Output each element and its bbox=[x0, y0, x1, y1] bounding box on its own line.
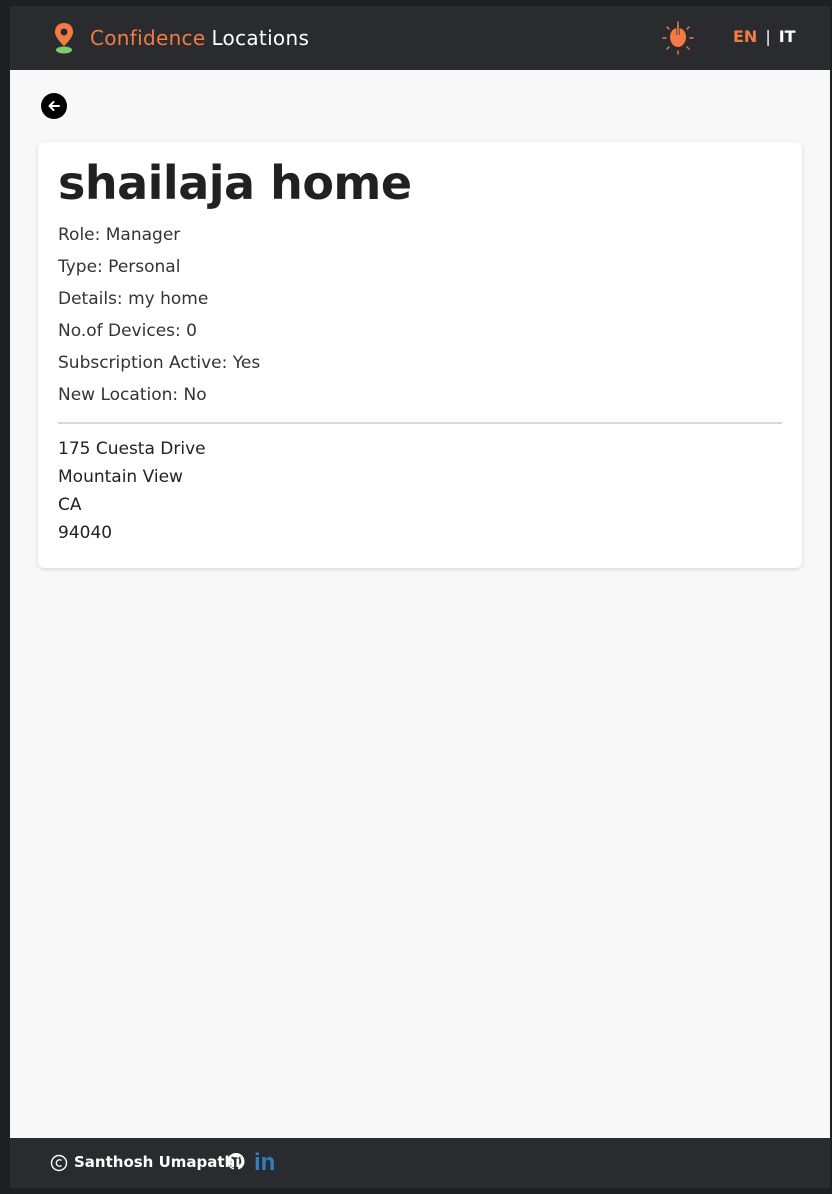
lightbulb-icon[interactable] bbox=[660, 20, 696, 56]
copyright-icon bbox=[50, 1154, 68, 1172]
address-zip: 94040 bbox=[58, 523, 113, 543]
app-frame: Confidence Locations EN | IT shailaja ho… bbox=[10, 6, 830, 1188]
lang-separator: | bbox=[765, 27, 771, 46]
address-city: Mountain View bbox=[58, 467, 183, 487]
location-details: Details: my home bbox=[58, 289, 209, 309]
github-icon[interactable] bbox=[226, 1152, 246, 1172]
divider bbox=[58, 422, 782, 424]
brand-name-part2: Locations bbox=[211, 26, 310, 50]
footer: Santhosh Umapathi in bbox=[10, 1138, 830, 1188]
arrow-left-icon bbox=[48, 101, 60, 111]
brand[interactable]: Confidence Locations bbox=[52, 20, 309, 56]
author-name: Santhosh Umapathi bbox=[74, 1153, 241, 1171]
location-type: Type: Personal bbox=[58, 257, 181, 277]
back-button[interactable] bbox=[41, 93, 67, 119]
location-new: New Location: No bbox=[58, 385, 207, 405]
linkedin-icon[interactable]: in bbox=[254, 1149, 275, 1177]
brand-name: Confidence Locations bbox=[90, 26, 309, 50]
lang-it-link[interactable]: IT bbox=[779, 27, 796, 46]
location-role: Role: Manager bbox=[58, 225, 181, 245]
lang-en-link[interactable]: EN bbox=[733, 27, 757, 46]
language-switcher: EN | IT bbox=[733, 27, 796, 46]
navbar: Confidence Locations EN | IT bbox=[10, 6, 830, 70]
map-pin-icon bbox=[55, 23, 73, 54]
location-devices: No.of Devices: 0 bbox=[58, 321, 197, 341]
brand-name-part1: Confidence bbox=[90, 26, 206, 50]
location-name: shailaja home bbox=[58, 156, 412, 210]
location-subscription: Subscription Active: Yes bbox=[58, 353, 261, 373]
address-street: 175 Cuesta Drive bbox=[58, 439, 206, 459]
location-card: shailaja home Role: Manager Type: Person… bbox=[38, 142, 802, 568]
address-state: CA bbox=[58, 495, 82, 515]
